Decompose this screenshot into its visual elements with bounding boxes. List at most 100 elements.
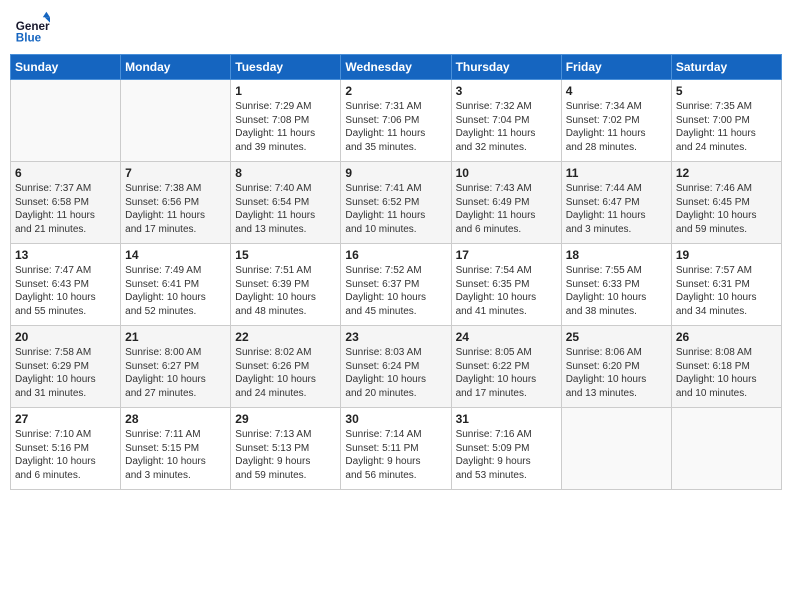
day-number: 21 <box>125 330 226 344</box>
day-info: Sunrise: 8:02 AM Sunset: 6:26 PM Dayligh… <box>235 346 336 400</box>
col-header-tuesday: Tuesday <box>231 55 341 80</box>
day-number: 27 <box>15 412 116 426</box>
col-header-monday: Monday <box>121 55 231 80</box>
day-number: 7 <box>125 166 226 180</box>
calendar-cell: 21 Sunrise: 8:00 AM Sunset: 6:27 PM Dayli… <box>121 326 231 408</box>
day-info: Sunrise: 7:58 AM Sunset: 6:29 PM Dayligh… <box>15 346 116 400</box>
calendar-cell: 11Sunrise: 7:44 AM Sunset: 6:47 PM Dayli… <box>561 162 671 244</box>
day-number: 16 <box>345 248 446 262</box>
calendar-cell: 29 Sunrise: 7:13 AM Sunset: 5:13 PM Dayli… <box>231 408 341 490</box>
calendar-cell: 26 Sunrise: 8:08 AM Sunset: 6:18 PM Dayli… <box>671 326 781 408</box>
day-number: 30 <box>345 412 446 426</box>
calendar-cell: 14 Sunrise: 7:49 AM Sunset: 6:41 PM Dayli… <box>121 244 231 326</box>
calendar-cell: 7 Sunrise: 7:38 AM Sunset: 6:56 PM Daylig… <box>121 162 231 244</box>
day-info: Sunrise: 7:37 AM Sunset: 6:58 PM Dayligh… <box>15 182 116 236</box>
day-info: Sunrise: 7:14 AM Sunset: 5:11 PM Dayligh… <box>345 428 446 482</box>
day-info: Sunrise: 8:05 AM Sunset: 6:22 PM Dayligh… <box>456 346 557 400</box>
col-header-sunday: Sunday <box>11 55 121 80</box>
calendar-cell: 23 Sunrise: 8:03 AM Sunset: 6:24 PM Dayli… <box>341 326 451 408</box>
logo: General Blue <box>14 10 50 46</box>
day-info: Sunrise: 7:51 AM Sunset: 6:39 PM Dayligh… <box>235 264 336 318</box>
calendar-cell: 6 Sunrise: 7:37 AM Sunset: 6:58 PM Daylig… <box>11 162 121 244</box>
calendar-cell: 25 Sunrise: 8:06 AM Sunset: 6:20 PM Dayli… <box>561 326 671 408</box>
calendar-cell: 20 Sunrise: 7:58 AM Sunset: 6:29 PM Dayli… <box>11 326 121 408</box>
calendar-cell: 1 Sunrise: 7:29 AM Sunset: 7:08 PM Daylig… <box>231 80 341 162</box>
day-number: 22 <box>235 330 336 344</box>
calendar-cell: 15 Sunrise: 7:51 AM Sunset: 6:39 PM Dayli… <box>231 244 341 326</box>
day-number: 12 <box>676 166 777 180</box>
day-number: 17 <box>456 248 557 262</box>
day-number: 20 <box>15 330 116 344</box>
calendar-cell: 9 Sunrise: 7:41 AM Sunset: 6:52 PM Daylig… <box>341 162 451 244</box>
day-number: 3 <box>456 84 557 98</box>
calendar-cell <box>671 408 781 490</box>
day-number: 18 <box>566 248 667 262</box>
calendar-cell: 28 Sunrise: 7:11 AM Sunset: 5:15 PM Dayli… <box>121 408 231 490</box>
day-number: 2 <box>345 84 446 98</box>
calendar-cell: 19 Sunrise: 7:57 AM Sunset: 6:31 PM Dayli… <box>671 244 781 326</box>
day-number: 13 <box>15 248 116 262</box>
calendar-header-row: SundayMondayTuesdayWednesdayThursdayFrid… <box>11 55 782 80</box>
calendar-week-3: 13 Sunrise: 7:47 AM Sunset: 6:43 PM Dayli… <box>11 244 782 326</box>
day-info: Sunrise: 7:16 AM Sunset: 5:09 PM Dayligh… <box>456 428 557 482</box>
page-header: General Blue <box>10 10 782 46</box>
day-info: Sunrise: 7:13 AM Sunset: 5:13 PM Dayligh… <box>235 428 336 482</box>
col-header-saturday: Saturday <box>671 55 781 80</box>
calendar-week-5: 27 Sunrise: 7:10 AM Sunset: 5:16 PM Dayli… <box>11 408 782 490</box>
day-info: Sunrise: 7:38 AM Sunset: 6:56 PM Dayligh… <box>125 182 226 236</box>
calendar-table: SundayMondayTuesdayWednesdayThursdayFrid… <box>10 54 782 490</box>
day-number: 9 <box>345 166 446 180</box>
day-number: 26 <box>676 330 777 344</box>
day-info: Sunrise: 7:44 AM Sunset: 6:47 PM Dayligh… <box>566 182 667 236</box>
day-number: 15 <box>235 248 336 262</box>
day-number: 8 <box>235 166 336 180</box>
day-number: 24 <box>456 330 557 344</box>
day-number: 29 <box>235 412 336 426</box>
day-number: 19 <box>676 248 777 262</box>
calendar-cell <box>121 80 231 162</box>
day-info: Sunrise: 7:47 AM Sunset: 6:43 PM Dayligh… <box>15 264 116 318</box>
day-number: 23 <box>345 330 446 344</box>
day-info: Sunrise: 7:10 AM Sunset: 5:16 PM Dayligh… <box>15 428 116 482</box>
calendar-cell <box>561 408 671 490</box>
day-info: Sunrise: 7:34 AM Sunset: 7:02 PM Dayligh… <box>566 100 667 154</box>
calendar-cell: 2Sunrise: 7:31 AM Sunset: 7:06 PM Daylig… <box>341 80 451 162</box>
day-info: Sunrise: 7:29 AM Sunset: 7:08 PM Dayligh… <box>235 100 336 154</box>
calendar-week-1: 1 Sunrise: 7:29 AM Sunset: 7:08 PM Daylig… <box>11 80 782 162</box>
day-number: 25 <box>566 330 667 344</box>
day-info: Sunrise: 7:43 AM Sunset: 6:49 PM Dayligh… <box>456 182 557 236</box>
calendar-cell: 22 Sunrise: 8:02 AM Sunset: 6:26 PM Dayli… <box>231 326 341 408</box>
day-number: 1 <box>235 84 336 98</box>
day-info: Sunrise: 7:49 AM Sunset: 6:41 PM Dayligh… <box>125 264 226 318</box>
day-info: Sunrise: 8:03 AM Sunset: 6:24 PM Dayligh… <box>345 346 446 400</box>
day-info: Sunrise: 8:06 AM Sunset: 6:20 PM Dayligh… <box>566 346 667 400</box>
day-number: 6 <box>15 166 116 180</box>
day-info: Sunrise: 7:57 AM Sunset: 6:31 PM Dayligh… <box>676 264 777 318</box>
day-info: Sunrise: 7:41 AM Sunset: 6:52 PM Dayligh… <box>345 182 446 236</box>
calendar-cell: 24 Sunrise: 8:05 AM Sunset: 6:22 PM Dayli… <box>451 326 561 408</box>
calendar-cell: 5Sunrise: 7:35 AM Sunset: 7:00 PM Daylig… <box>671 80 781 162</box>
day-info: Sunrise: 8:00 AM Sunset: 6:27 PM Dayligh… <box>125 346 226 400</box>
day-info: Sunrise: 7:40 AM Sunset: 6:54 PM Dayligh… <box>235 182 336 236</box>
calendar-cell: 8 Sunrise: 7:40 AM Sunset: 6:54 PM Daylig… <box>231 162 341 244</box>
calendar-cell: 17Sunrise: 7:54 AM Sunset: 6:35 PM Dayli… <box>451 244 561 326</box>
day-info: Sunrise: 8:08 AM Sunset: 6:18 PM Dayligh… <box>676 346 777 400</box>
day-number: 14 <box>125 248 226 262</box>
calendar-cell <box>11 80 121 162</box>
day-number: 31 <box>456 412 557 426</box>
calendar-cell: 4Sunrise: 7:34 AM Sunset: 7:02 PM Daylig… <box>561 80 671 162</box>
calendar-cell: 18 Sunrise: 7:55 AM Sunset: 6:33 PM Dayli… <box>561 244 671 326</box>
calendar-cell: 30 Sunrise: 7:14 AM Sunset: 5:11 PM Dayli… <box>341 408 451 490</box>
day-info: Sunrise: 7:52 AM Sunset: 6:37 PM Dayligh… <box>345 264 446 318</box>
calendar-cell: 12 Sunrise: 7:46 AM Sunset: 6:45 PM Dayli… <box>671 162 781 244</box>
day-info: Sunrise: 7:46 AM Sunset: 6:45 PM Dayligh… <box>676 182 777 236</box>
calendar-cell: 16 Sunrise: 7:52 AM Sunset: 6:37 PM Dayli… <box>341 244 451 326</box>
calendar-cell: 27 Sunrise: 7:10 AM Sunset: 5:16 PM Dayli… <box>11 408 121 490</box>
logo-icon: General Blue <box>14 10 50 46</box>
day-number: 10 <box>456 166 557 180</box>
calendar-week-4: 20 Sunrise: 7:58 AM Sunset: 6:29 PM Dayli… <box>11 326 782 408</box>
day-info: Sunrise: 7:11 AM Sunset: 5:15 PM Dayligh… <box>125 428 226 482</box>
calendar-cell: 3Sunrise: 7:32 AM Sunset: 7:04 PM Daylig… <box>451 80 561 162</box>
day-info: Sunrise: 7:55 AM Sunset: 6:33 PM Dayligh… <box>566 264 667 318</box>
day-number: 28 <box>125 412 226 426</box>
